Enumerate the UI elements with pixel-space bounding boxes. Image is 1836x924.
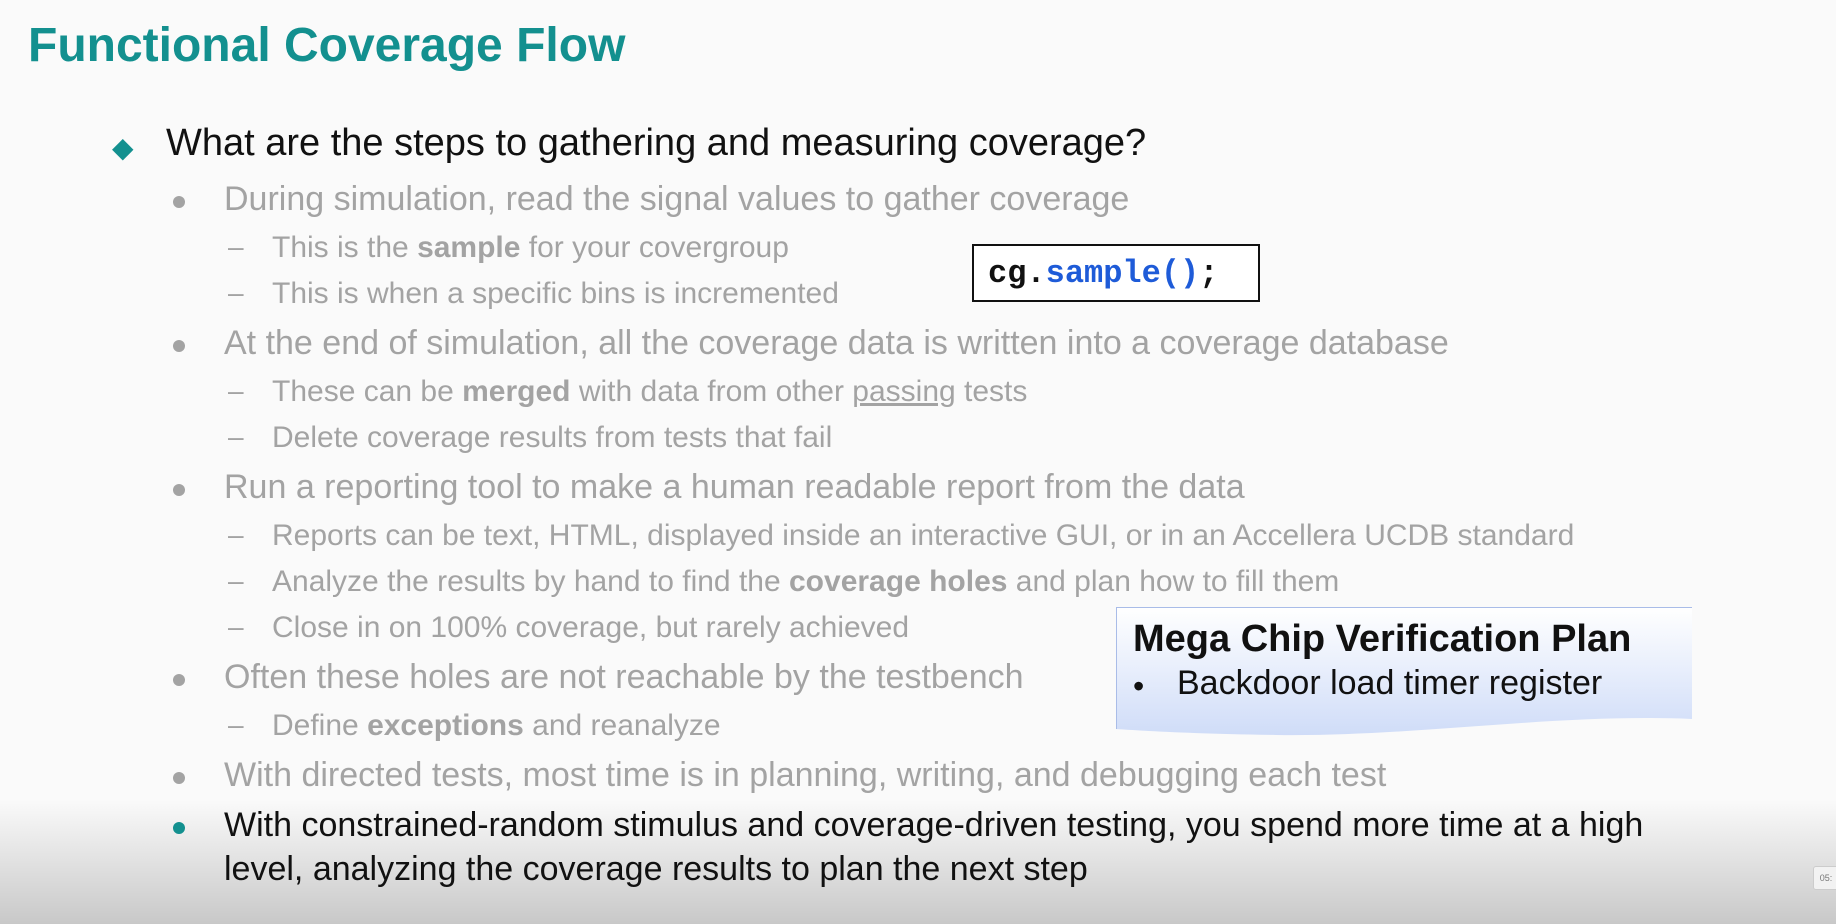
plan-item: Backdoor load timer register [1177,664,1603,702]
dot-bullet-icon [173,822,185,834]
dash-bullet-icon: – [228,231,244,262]
sub-bullet-text: Close in on 100% coverage, but rarely ac… [272,611,910,644]
text-segment: These can be [272,375,463,408]
dot-bullet-icon [173,674,185,686]
active-bullet-text-continued: level, analyzing the coverage results to… [224,850,1088,888]
slide: Functional Coverage Flow ◆ What are the … [0,0,1836,924]
bold-term: merged [462,375,571,408]
text-segment: with data from other [570,375,853,408]
diamond-bullet-icon: ◆ [112,132,134,163]
bullet-text: During simulation, read the signal value… [224,180,1130,218]
dot-bullet-icon [173,196,185,208]
verification-plan-callout: Mega Chip Verification Plan • Backdoor l… [1116,607,1694,737]
slide-title: Functional Coverage Flow [28,19,626,72]
code-terminator: ; [1199,254,1219,292]
dash-bullet-icon: – [228,375,244,406]
sub-bullet-text: Reports can be text, HTML, displayed ins… [272,519,1575,552]
bold-term: coverage holes [789,565,1008,598]
bullet-text: Run a reporting tool to make a human rea… [224,468,1245,506]
sub-bullet-text: These can be merged with data from other… [272,375,1027,409]
dash-bullet-icon: – [228,709,244,740]
sub-bullet-text: This is when a specific bins is incremen… [272,277,839,310]
dash-bullet-icon: – [228,421,244,452]
dash-bullet-icon: – [228,611,244,642]
plan-title: Mega Chip Verification Plan [1133,618,1632,660]
dot-bullet-icon [173,484,185,496]
text-segment: Analyze the results by hand to find the [272,565,789,598]
bold-term: exceptions [367,709,524,742]
bold-term: sample [417,231,521,264]
text-segment: Define [272,709,368,742]
dot-bullet-icon [173,772,185,784]
bullet-text: At the end of simulation, all the covera… [224,324,1449,362]
dash-bullet-icon: – [228,277,244,308]
dash-bullet-icon: – [228,519,244,550]
bullet-text: With directed tests, most time is in pla… [224,756,1387,794]
bullet-text: Often these holes are not reachable by t… [224,658,1024,696]
code-method: sample() [1045,254,1200,292]
text-segment: and reanalyze [523,709,721,742]
code-object: cg. [988,254,1046,292]
plan-bullet-icon: • [1133,668,1145,704]
sub-bullet-text: Analyze the results by hand to find the … [272,565,1339,599]
text-segment: for your covergroup [520,231,789,264]
dot-bullet-icon [173,340,185,352]
sub-bullet-text: Define exceptions and reanalyze [272,709,721,743]
sub-bullet-text: Delete coverage results from tests that … [272,421,833,454]
dash-bullet-icon: – [228,565,244,596]
code-callout: cg. sample(); [972,244,1260,302]
sub-bullet-text: This is the sample for your covergroup [272,231,789,265]
video-timestamp: 05: [1813,866,1836,890]
text-segment: This is the [272,231,418,264]
active-bullet-text: With constrained-random stimulus and cov… [224,806,1644,844]
underlined-term: passing [852,375,956,408]
text-segment: and plan how to fill them [1007,565,1340,598]
question-heading: What are the steps to gathering and meas… [166,122,1147,164]
text-segment: tests [955,375,1028,408]
